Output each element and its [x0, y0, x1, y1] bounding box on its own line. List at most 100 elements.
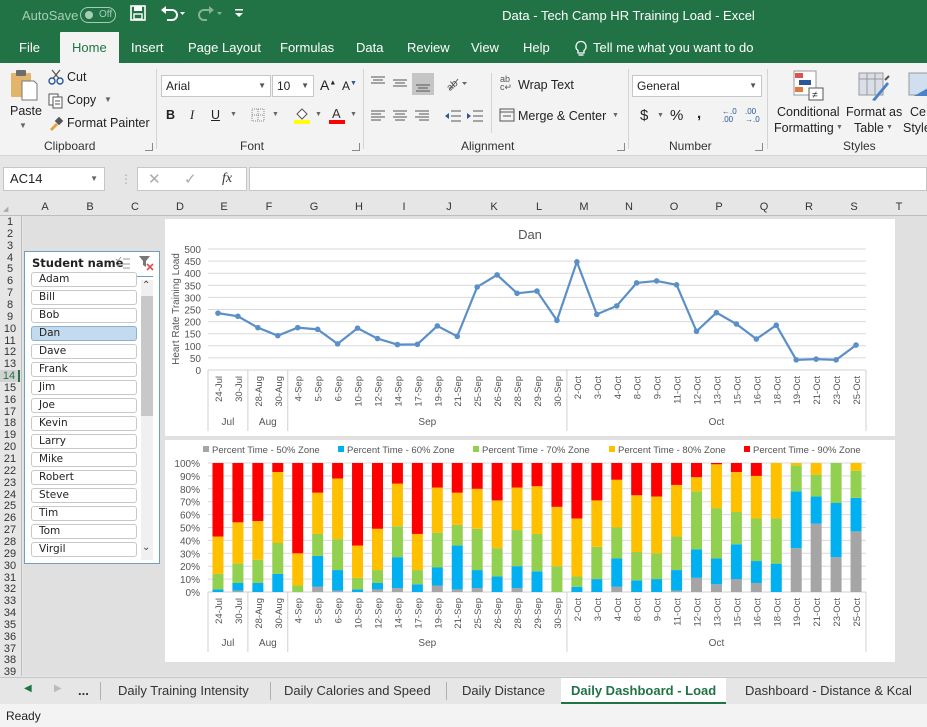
- format-as-table-button-line2[interactable]: Table: [854, 121, 884, 135]
- merge-center-button[interactable]: Merge & Center: [518, 109, 606, 123]
- row-header-19[interactable]: 19: [0, 429, 20, 441]
- column-header-h[interactable]: H: [339, 201, 379, 213]
- row-header-31[interactable]: 31: [0, 572, 20, 584]
- row-header-2[interactable]: 2: [0, 228, 20, 240]
- tab-data[interactable]: Data: [356, 32, 383, 63]
- row-header-3[interactable]: 3: [0, 240, 20, 252]
- font-color-dropdown-icon[interactable]: ▼: [350, 111, 357, 118]
- column-header-j[interactable]: J: [429, 201, 469, 213]
- row-header-11[interactable]: 11: [0, 335, 20, 347]
- clear-filter-icon[interactable]: [138, 255, 154, 274]
- slicer-item-bill[interactable]: Bill: [31, 290, 137, 305]
- slicer-item-adam[interactable]: Adam: [31, 272, 137, 287]
- decrease-decimal-icon[interactable]: .00 →.0: [745, 108, 760, 124]
- slicer-item-steve[interactable]: Steve: [31, 488, 137, 503]
- sheet-tab[interactable]: Daily Calories and Speed: [274, 678, 441, 704]
- row-header-38[interactable]: 38: [0, 654, 20, 666]
- paste-button[interactable]: Paste: [10, 104, 42, 118]
- font-color-icon[interactable]: A: [328, 106, 346, 127]
- row-header-21[interactable]: 21: [0, 453, 20, 465]
- column-header-f[interactable]: F: [249, 201, 289, 213]
- name-box[interactable]: AC14 ▼: [3, 167, 105, 191]
- align-middle-icon[interactable]: [392, 75, 408, 92]
- column-header-c[interactable]: C: [115, 201, 155, 213]
- row-header-22[interactable]: 22: [0, 465, 20, 477]
- row-header-15[interactable]: 15: [0, 382, 20, 394]
- row-header-16[interactable]: 16: [0, 394, 20, 406]
- sheet-tab-active[interactable]: Daily Dashboard - Load: [561, 678, 727, 704]
- slicer-item-bob[interactable]: Bob: [31, 308, 137, 323]
- paste-icon[interactable]: [10, 69, 38, 104]
- row-header-25[interactable]: 25: [0, 500, 20, 512]
- slicer-item-tim[interactable]: Tim: [31, 506, 137, 521]
- percent-button[interactable]: %: [670, 107, 683, 124]
- borders-dropdown-icon[interactable]: ▼: [272, 111, 279, 118]
- underline-button[interactable]: U: [211, 108, 220, 122]
- tab-file[interactable]: File: [19, 32, 40, 63]
- row-header-1[interactable]: 1: [0, 216, 20, 228]
- column-header-n[interactable]: N: [609, 201, 649, 213]
- tab-formulas[interactable]: Formulas: [280, 32, 334, 63]
- comma-button[interactable]: ,: [697, 105, 701, 122]
- fill-color-icon[interactable]: [293, 106, 311, 127]
- format-painter-button[interactable]: Format Painter: [67, 116, 150, 130]
- row-header-5[interactable]: 5: [0, 263, 20, 275]
- format-as-table-button[interactable]: Format as: [846, 105, 902, 119]
- row-header-4[interactable]: 4: [0, 252, 20, 264]
- underline-dropdown-icon[interactable]: ▼: [230, 111, 237, 118]
- font-size-select[interactable]: 10 ▼: [272, 75, 314, 97]
- sheet-tab[interactable]: Daily Distance: [452, 678, 555, 704]
- number-format-select[interactable]: General ▼: [632, 75, 762, 97]
- scroll-down-icon[interactable]: ⌄: [142, 542, 150, 553]
- decrease-indent-icon[interactable]: [444, 109, 462, 126]
- currency-button[interactable]: $: [640, 107, 648, 124]
- slicer-item-robert[interactable]: Robert: [31, 470, 137, 485]
- column-header-g[interactable]: G: [294, 201, 334, 213]
- row-header-34[interactable]: 34: [0, 607, 20, 619]
- conditional-formatting-button-line2[interactable]: Formatting: [774, 121, 834, 135]
- tab-review[interactable]: Review: [407, 32, 450, 63]
- row-header-12[interactable]: 12: [0, 346, 20, 358]
- scroll-tabs-right-icon[interactable]: ▶: [54, 683, 62, 694]
- row-header-9[interactable]: 9: [0, 311, 20, 323]
- row-header-30[interactable]: 30: [0, 560, 20, 572]
- row-header-17[interactable]: 17: [0, 406, 20, 418]
- increase-decimal-icon[interactable]: ←.0.00: [722, 108, 737, 124]
- row-header-29[interactable]: 29: [0, 548, 20, 560]
- alignment-launcher-icon[interactable]: [617, 143, 625, 151]
- row-header-32[interactable]: 32: [0, 583, 20, 595]
- row-header-37[interactable]: 37: [0, 643, 20, 655]
- conditional-formatting-button[interactable]: Conditional: [777, 105, 840, 119]
- slicer-item-larry[interactable]: Larry: [31, 434, 137, 449]
- row-header-23[interactable]: 23: [0, 477, 20, 489]
- column-header-m[interactable]: M: [564, 201, 604, 213]
- column-header-d[interactable]: D: [160, 201, 200, 213]
- tab-view[interactable]: View: [471, 32, 499, 63]
- enter-icon[interactable]: ✓: [184, 170, 197, 188]
- align-center-icon[interactable]: [392, 109, 408, 126]
- merge-dropdown-icon[interactable]: ▼: [612, 112, 619, 119]
- zone-percent-chart[interactable]: Percent Time - 50% Zone Percent Time - 60…: [165, 440, 895, 662]
- scroll-tabs-left-icon[interactable]: ◀: [24, 683, 32, 694]
- chevron-down-icon[interactable]: ▼: [90, 168, 98, 190]
- copy-button[interactable]: Copy: [67, 93, 96, 107]
- row-header-33[interactable]: 33: [0, 595, 20, 607]
- tell-me-search[interactable]: Tell me what you want to do: [593, 32, 753, 63]
- slicer-item-tom[interactable]: Tom: [31, 524, 137, 539]
- tab-home[interactable]: Home: [60, 32, 119, 63]
- sheet-tab[interactable]: Dashboard - Distance & Kcal: [735, 678, 922, 704]
- row-header-35[interactable]: 35: [0, 619, 20, 631]
- row-header-26[interactable]: 26: [0, 512, 20, 524]
- column-header-l[interactable]: L: [519, 201, 559, 213]
- italic-button[interactable]: I: [190, 108, 194, 123]
- align-left-icon[interactable]: [370, 109, 386, 126]
- row-header-24[interactable]: 24: [0, 489, 20, 501]
- select-all-icon[interactable]: ◢: [3, 205, 8, 213]
- column-header-e[interactable]: E: [204, 201, 244, 213]
- orientation-icon[interactable]: ab: [444, 75, 468, 94]
- row-header-20[interactable]: 20: [0, 441, 20, 453]
- row-header-6[interactable]: 6: [0, 275, 20, 287]
- row-header-14[interactable]: 14: [0, 370, 20, 383]
- slicer-item-jim[interactable]: Jim: [31, 380, 137, 395]
- column-header-b[interactable]: B: [70, 201, 110, 213]
